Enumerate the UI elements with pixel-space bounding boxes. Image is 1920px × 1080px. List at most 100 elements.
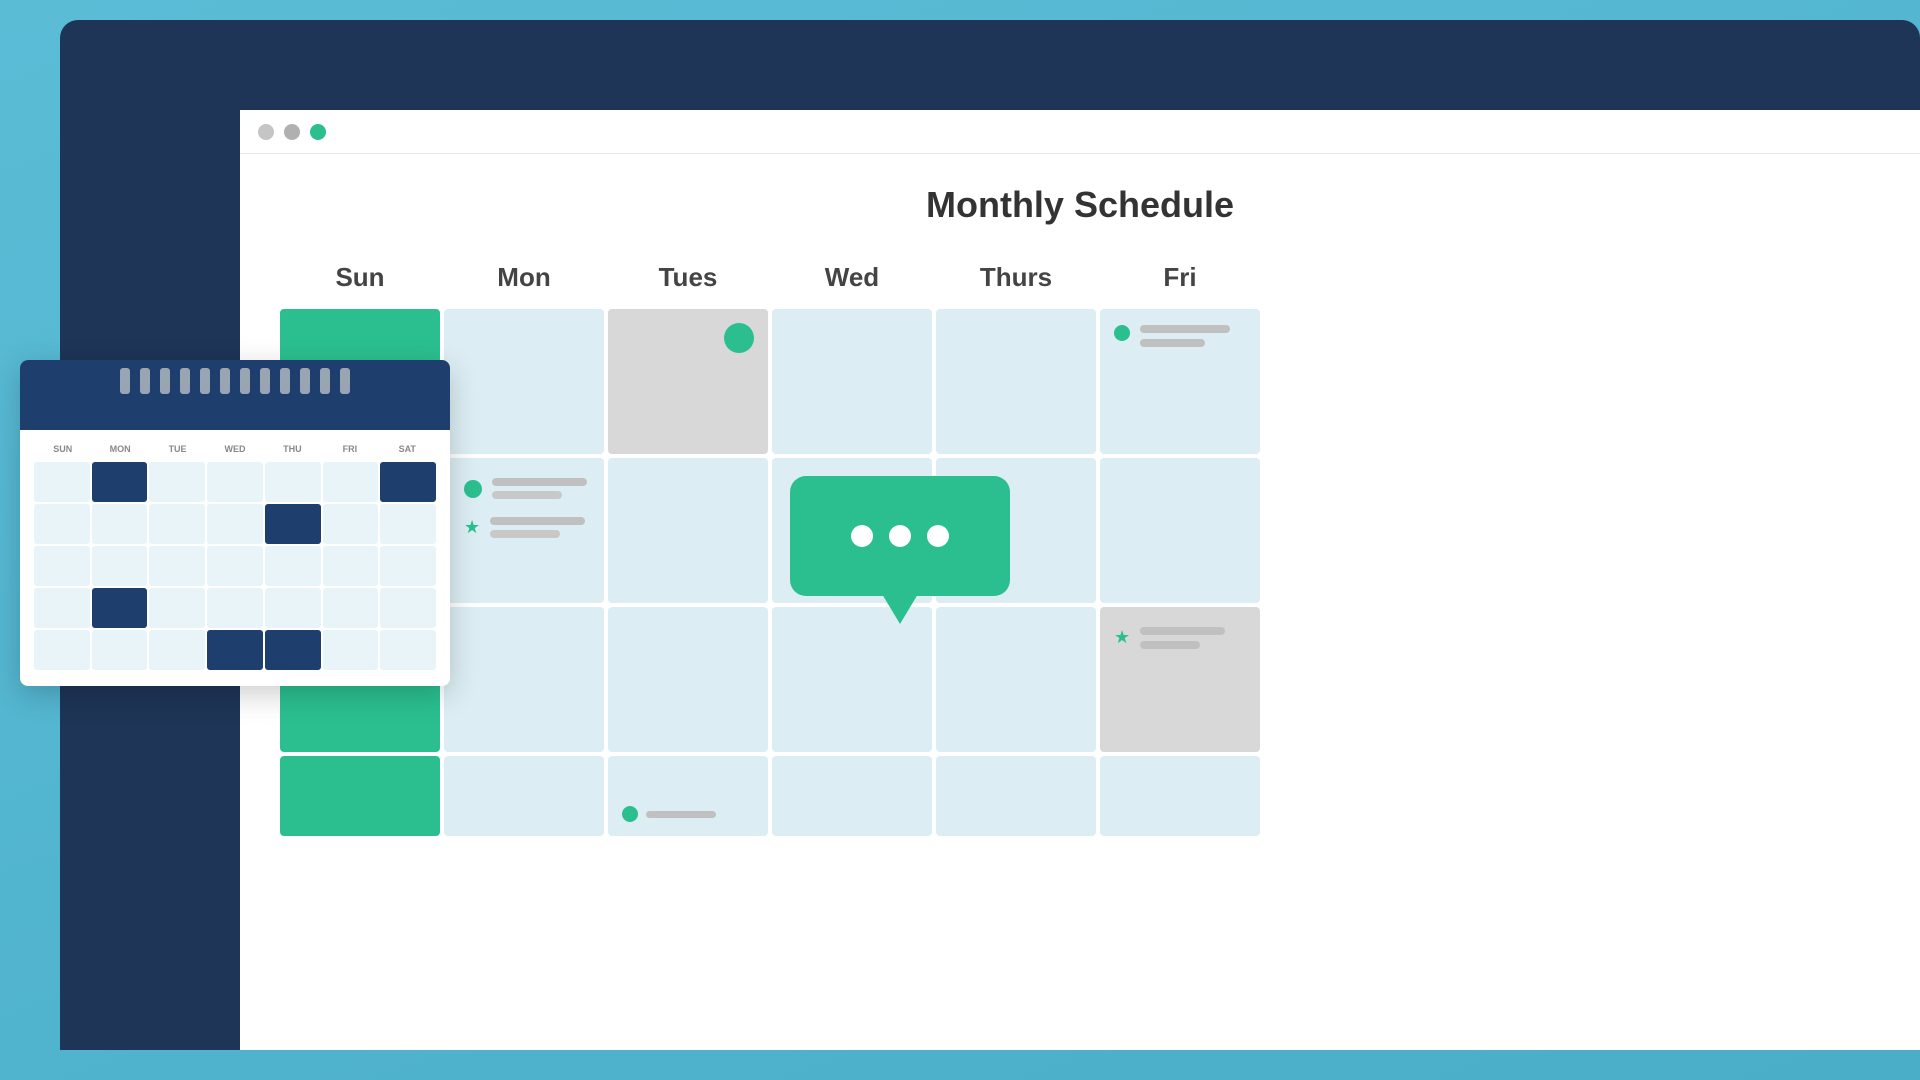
page-title: Monthly Schedule bbox=[280, 184, 1880, 226]
mini-cell[interactable] bbox=[265, 504, 321, 544]
mini-cell[interactable] bbox=[323, 588, 379, 628]
cell-r3-tues bbox=[608, 607, 768, 752]
mini-cell[interactable] bbox=[265, 546, 321, 586]
calendar-row-1 bbox=[280, 309, 1880, 454]
mini-cell[interactable] bbox=[207, 462, 263, 502]
minimize-dot[interactable] bbox=[284, 124, 300, 140]
mini-cell[interactable] bbox=[149, 588, 205, 628]
calendar-row-4 bbox=[280, 756, 1880, 836]
spiral-8 bbox=[260, 368, 270, 394]
maximize-dot[interactable] bbox=[310, 124, 326, 140]
fri-r1-line2 bbox=[1140, 339, 1205, 347]
mini-day-tue: TUE bbox=[149, 442, 206, 456]
mini-cell[interactable] bbox=[380, 630, 436, 670]
screen-background: Monthly Schedule Sun Mon Tues Wed Thurs … bbox=[0, 0, 1920, 1080]
mon-item1-lines bbox=[492, 478, 587, 499]
cell-r2-wed bbox=[772, 458, 932, 603]
mini-cell[interactable] bbox=[92, 630, 148, 670]
cell-r4-tues bbox=[608, 756, 768, 836]
mini-cell[interactable] bbox=[380, 588, 436, 628]
spiral-6 bbox=[220, 368, 230, 394]
calendar-row-3: ★ bbox=[280, 607, 1880, 752]
mini-cal-days-header: SUN MON TUE WED THU FRI SAT bbox=[34, 442, 436, 456]
mini-cell[interactable] bbox=[34, 504, 90, 544]
col-header-tues: Tues bbox=[608, 256, 768, 305]
mini-day-thu: THU bbox=[264, 442, 321, 456]
mini-cal-grid bbox=[34, 462, 436, 670]
mini-cell[interactable] bbox=[34, 462, 90, 502]
mini-cell[interactable] bbox=[265, 630, 321, 670]
mon-item1-line2 bbox=[492, 491, 562, 499]
tues-r4-line bbox=[646, 811, 716, 818]
fri-r3-lines bbox=[1140, 627, 1225, 649]
spiral-9 bbox=[280, 368, 290, 394]
mini-cell[interactable] bbox=[323, 546, 379, 586]
fri-r1-lines bbox=[1140, 325, 1230, 347]
mini-cell[interactable] bbox=[92, 462, 148, 502]
mini-calendar: SUN MON TUE WED THU FRI SAT bbox=[20, 360, 450, 686]
cell-r4-sun bbox=[280, 756, 440, 836]
mini-cell[interactable] bbox=[265, 462, 321, 502]
mini-cell[interactable] bbox=[207, 588, 263, 628]
cell-r1-wed bbox=[772, 309, 932, 454]
col-header-sun: Sun bbox=[280, 256, 440, 305]
cell-r1-fri bbox=[1100, 309, 1260, 454]
spiral-3 bbox=[160, 368, 170, 394]
mon-item1-dot bbox=[464, 480, 482, 498]
mini-cell[interactable] bbox=[380, 546, 436, 586]
col-header-mon: Mon bbox=[444, 256, 604, 305]
spiral-12 bbox=[340, 368, 350, 394]
mini-cell[interactable] bbox=[92, 546, 148, 586]
cell-r4-fri bbox=[1100, 756, 1260, 836]
mini-day-fri: FRI bbox=[321, 442, 378, 456]
spiral-1 bbox=[120, 368, 130, 394]
mini-cell[interactable] bbox=[34, 546, 90, 586]
cell-r4-mon bbox=[444, 756, 604, 836]
cell-r1-thurs bbox=[936, 309, 1096, 454]
spiral-5 bbox=[200, 368, 210, 394]
mini-cell[interactable] bbox=[92, 504, 148, 544]
mini-cell[interactable] bbox=[149, 462, 205, 502]
mini-cell[interactable] bbox=[34, 588, 90, 628]
mini-cell[interactable] bbox=[207, 630, 263, 670]
mini-cell[interactable] bbox=[380, 462, 436, 502]
fri-r3-star: ★ bbox=[1114, 627, 1130, 648]
mini-cell[interactable] bbox=[207, 504, 263, 544]
cell-r2-mon: ★ bbox=[444, 458, 604, 603]
browser-titlebar bbox=[240, 110, 1920, 154]
fri-r3-line2 bbox=[1140, 641, 1200, 649]
cell-r2-fri bbox=[1100, 458, 1260, 603]
mini-cell[interactable] bbox=[207, 546, 263, 586]
cell-r2-tues bbox=[608, 458, 768, 603]
spiral-7 bbox=[240, 368, 250, 394]
mini-cell[interactable] bbox=[149, 504, 205, 544]
mini-cell[interactable] bbox=[34, 630, 90, 670]
mini-day-sat: SAT bbox=[379, 442, 436, 456]
mini-cal-body: SUN MON TUE WED THU FRI SAT bbox=[20, 430, 450, 686]
col-header-fri: Fri bbox=[1100, 256, 1260, 305]
spiral-2 bbox=[140, 368, 150, 394]
browser-content: Monthly Schedule Sun Mon Tues Wed Thurs … bbox=[240, 154, 1920, 1050]
mon-item-1 bbox=[464, 478, 587, 499]
fri-r1-line1 bbox=[1140, 325, 1230, 333]
mini-cell[interactable] bbox=[323, 630, 379, 670]
tues-dot bbox=[724, 323, 754, 353]
col-header-wed: Wed bbox=[772, 256, 932, 305]
mini-cell[interactable] bbox=[92, 588, 148, 628]
mon-item2-line2 bbox=[490, 530, 560, 538]
mini-cell[interactable] bbox=[265, 588, 321, 628]
mini-day-mon: MON bbox=[91, 442, 148, 456]
chat-bubble bbox=[790, 476, 1010, 596]
fri-r1-dot bbox=[1114, 325, 1130, 341]
cell-r4-thurs bbox=[936, 756, 1096, 836]
mini-cell[interactable] bbox=[380, 504, 436, 544]
mini-cell[interactable] bbox=[323, 504, 379, 544]
mini-cell[interactable] bbox=[149, 630, 205, 670]
calendar-grid: Sun Mon Tues Wed Thurs Fri bbox=[280, 256, 1880, 836]
mini-cell[interactable] bbox=[149, 546, 205, 586]
close-dot[interactable] bbox=[258, 124, 274, 140]
mini-cell[interactable] bbox=[323, 462, 379, 502]
cell-r1-tues bbox=[608, 309, 768, 454]
cell-r3-thurs bbox=[936, 607, 1096, 752]
mon-item1-line1 bbox=[492, 478, 587, 486]
